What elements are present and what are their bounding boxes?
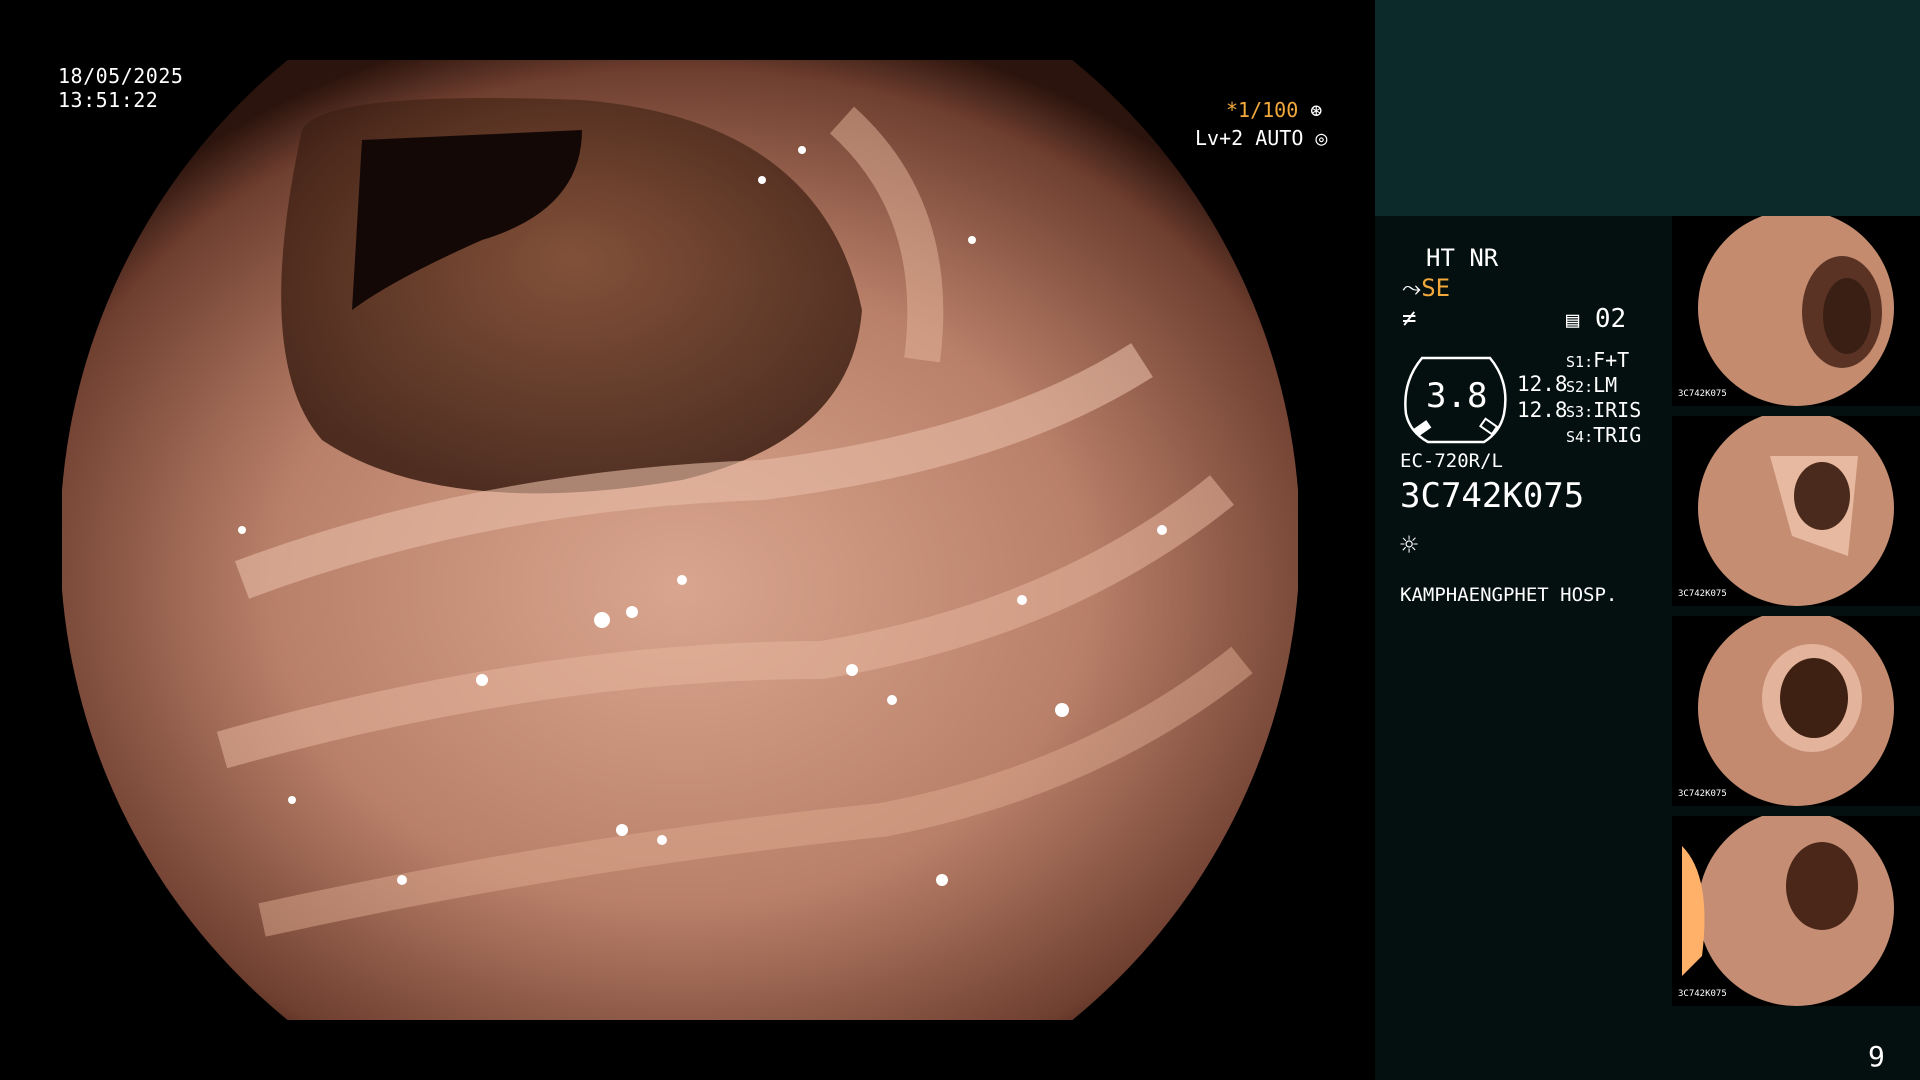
scope-serial: 3C742K075 (1400, 476, 1585, 516)
thumbnail-caption: 3C742K075 (1678, 789, 1727, 799)
aperture-icon: ⊛ (1310, 98, 1323, 122)
capture-thumbnail[interactable]: 3C742K075 (1672, 416, 1920, 606)
thumbnail-caption: 3C742K075 (1678, 589, 1727, 599)
iris-icon: ◎ (1315, 126, 1328, 150)
capture-thumbnail[interactable]: 3C742K075 (1672, 616, 1920, 806)
thumbnail-caption: 3C742K075 (1678, 389, 1727, 399)
switch-item: S2:LM (1566, 373, 1618, 397)
exposure-level: Lv+2 AUTO ◎ (1195, 126, 1328, 150)
panel-header-block (1375, 0, 1920, 216)
page-number: 9 (1868, 1040, 1885, 1073)
record-icon: ▤ (1566, 308, 1580, 333)
structure-enhancement: ⤳SE (1402, 274, 1451, 302)
mode-label: HT NR (1426, 244, 1499, 272)
filter-icon: ≠ (1402, 304, 1417, 332)
capture-thumbnail[interactable]: 3C742K075 (1672, 216, 1920, 406)
switch-list: S1:F+T S2:LM S3:IRIS S4:TRIG (1566, 348, 1641, 448)
gauge-value: 3.8 (1426, 376, 1488, 416)
shutter-speed: *1/100 ⊛ (1226, 98, 1323, 122)
value-top: 12.8 (1517, 372, 1568, 396)
sun-icon: ☼ (1400, 528, 1419, 563)
switch-item: S4:TRIG (1566, 423, 1642, 447)
date-label: 18/05/2025 (58, 64, 184, 88)
switch-item: S1:F+T (1566, 348, 1630, 372)
scope-model: EC-720R/L (1400, 450, 1503, 472)
capture-thumbnail[interactable]: 3C742K075 (1672, 816, 1920, 1006)
time-label: 13:51:22 (58, 88, 159, 112)
switch-item: S3:IRIS (1566, 398, 1642, 422)
record-counter: ▤ 02 (1566, 304, 1627, 334)
enhance-icon: ⤳ (1402, 274, 1422, 302)
hospital-name: KAMPHAENGPHET HOSP. (1400, 584, 1618, 606)
endoscope-live-view (62, 60, 1298, 1020)
value-bottom: 12.8 (1517, 398, 1568, 422)
thumbnail-caption: 3C742K075 (1678, 989, 1727, 999)
